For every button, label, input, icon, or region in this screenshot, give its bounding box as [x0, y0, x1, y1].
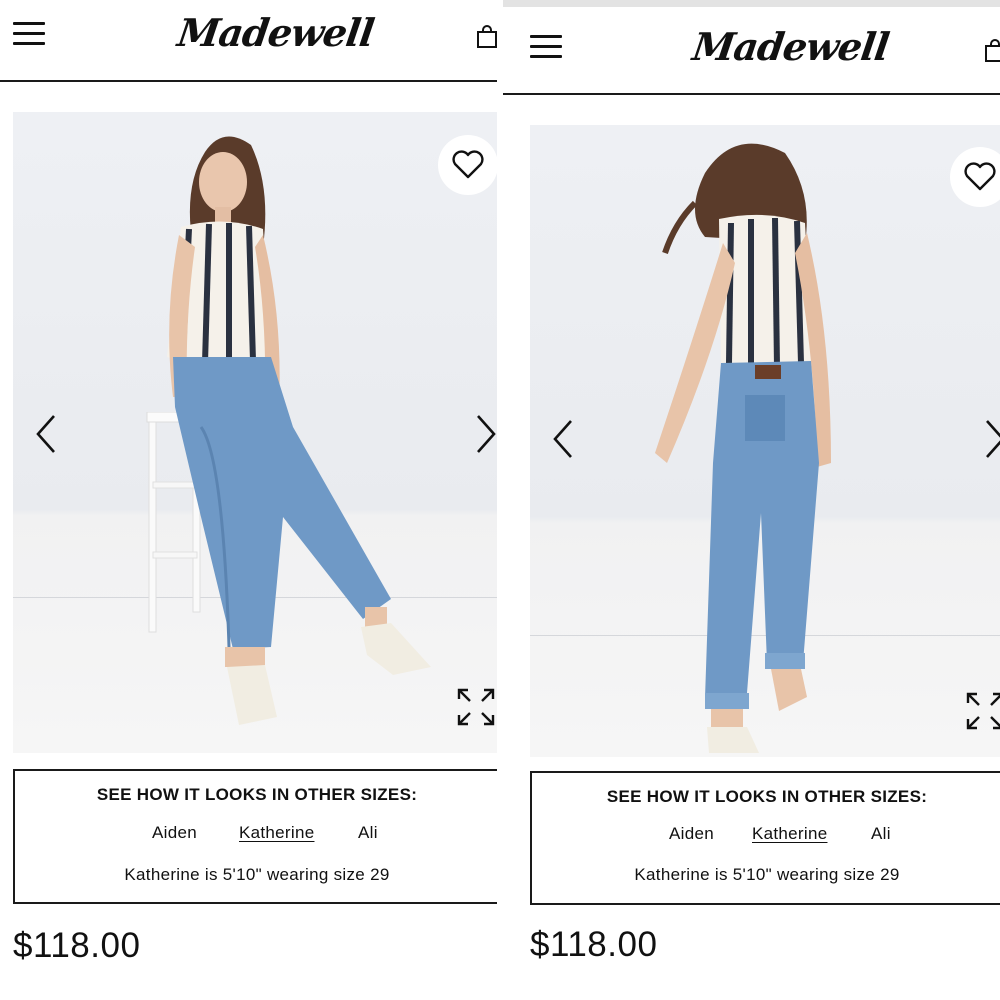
size-option-katherine[interactable]: Katherine	[239, 823, 314, 843]
next-image-button[interactable]	[980, 417, 1000, 461]
status-strip	[503, 0, 1000, 7]
size-option-katherine[interactable]: Katherine	[752, 824, 827, 844]
size-option-aiden[interactable]: Aiden	[152, 823, 197, 843]
site-header: Madewell	[0, 0, 497, 82]
chevron-left-icon	[553, 420, 572, 458]
brand-logo[interactable]: Madewell	[690, 24, 892, 69]
shopping-bag-icon[interactable]	[476, 24, 497, 50]
site-header-right: Madewell	[503, 7, 1000, 96]
other-sizes-title: SEE HOW IT LOOKS IN OTHER SIZES:	[606, 787, 928, 806]
model-size-note: Katherine is 5'10" wearing size 29	[634, 865, 900, 884]
header-divider	[0, 80, 497, 82]
heart-icon	[452, 150, 484, 179]
model-back-illustration	[655, 143, 831, 753]
product-price: $118.00	[530, 925, 658, 964]
previous-image-button[interactable]	[548, 417, 578, 461]
heart-icon	[964, 162, 996, 191]
chevron-right-icon	[477, 415, 496, 453]
chevron-left-icon	[36, 415, 55, 453]
model-size-note: Katherine is 5'10" wearing size 29	[124, 865, 390, 884]
other-sizes-panel: SEE HOW IT LOOKS IN OTHER SIZES: Aiden K…	[530, 771, 1000, 905]
product-price: $118.00	[13, 926, 141, 965]
left-screen: Madewell SEE HOW IT LOOKS IN OTHER SIZES…	[0, 0, 497, 1000]
product-image[interactable]	[530, 125, 1000, 757]
favorite-button[interactable]	[438, 135, 497, 195]
header-divider	[503, 93, 1000, 95]
model-front-illustration	[167, 136, 431, 725]
chevron-right-icon	[986, 420, 1000, 458]
other-sizes-title: SEE HOW IT LOOKS IN OTHER SIZES:	[96, 785, 418, 804]
other-sizes-panel: SEE HOW IT LOOKS IN OTHER SIZES: Aiden K…	[13, 769, 497, 904]
expand-icon[interactable]	[965, 691, 1000, 731]
favorite-button[interactable]	[950, 147, 1000, 207]
size-option-ali[interactable]: Ali	[871, 824, 891, 844]
previous-image-button[interactable]	[31, 412, 61, 456]
menu-icon[interactable]	[530, 35, 562, 59]
shopping-bag-icon[interactable]	[984, 38, 1000, 64]
next-image-button[interactable]	[471, 412, 497, 456]
expand-icon[interactable]	[456, 687, 496, 727]
size-option-ali[interactable]: Ali	[358, 823, 378, 843]
menu-icon[interactable]	[13, 22, 45, 46]
brand-logo[interactable]: Madewell	[175, 10, 377, 55]
product-image[interactable]	[13, 112, 497, 753]
size-option-aiden[interactable]: Aiden	[669, 824, 714, 844]
right-screen: Madewell SEE HOW IT LOOKS IN OTHER SIZES…	[503, 0, 1000, 1000]
